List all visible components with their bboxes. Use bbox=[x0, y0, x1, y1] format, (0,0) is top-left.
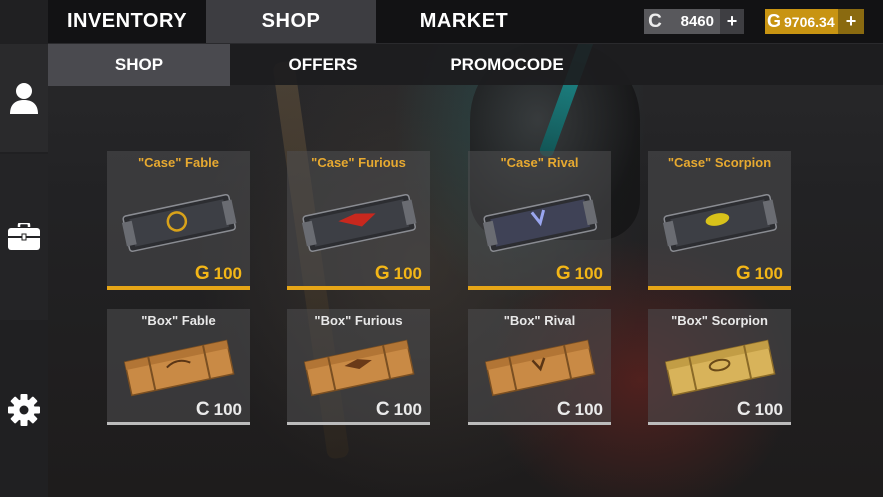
item-price: C 100 bbox=[376, 399, 422, 421]
item-underline bbox=[107, 422, 250, 425]
item-price-value: 100 bbox=[754, 400, 783, 419]
credits-balance: C 8460 + bbox=[644, 9, 744, 34]
subtab-shop[interactable]: SHOP bbox=[48, 44, 230, 86]
case-image bbox=[301, 193, 417, 253]
subtab-offers[interactable]: OFFERS bbox=[230, 44, 416, 86]
item-underline bbox=[648, 286, 791, 290]
item-price: G 100 bbox=[195, 263, 242, 285]
shop-item-case-rival[interactable]: "Case" Rival G 100 bbox=[468, 151, 611, 290]
item-price: G 100 bbox=[375, 263, 422, 285]
gold-icon: G bbox=[735, 263, 751, 284]
sidebar-profile-button[interactable] bbox=[0, 44, 48, 152]
item-title: "Box" Furious bbox=[314, 313, 403, 328]
shop-item-box-furious[interactable]: "Box" Furious C 100 bbox=[287, 309, 430, 425]
credits-icon: C bbox=[648, 10, 662, 32]
case-image bbox=[662, 193, 778, 253]
item-price-value: 100 bbox=[754, 264, 783, 283]
item-title: "Box" Rival bbox=[503, 313, 576, 328]
gear-icon bbox=[8, 393, 40, 426]
item-underline bbox=[287, 286, 430, 290]
item-price: C 100 bbox=[737, 399, 783, 421]
item-underline bbox=[287, 422, 430, 425]
gold-balance: G 9706.34 + bbox=[765, 9, 864, 34]
item-price-value: 100 bbox=[574, 264, 603, 283]
shop-item-box-scorpion[interactable]: "Box" Scorpion C 100 bbox=[648, 309, 791, 425]
item-price: C 100 bbox=[196, 399, 242, 421]
item-underline bbox=[468, 422, 611, 425]
gold-icon: G bbox=[766, 11, 781, 31]
box-image bbox=[303, 339, 415, 397]
shop-item-case-furious[interactable]: "Case" Furious G 100 bbox=[287, 151, 430, 290]
sidebar bbox=[0, 0, 48, 497]
case-image bbox=[482, 193, 598, 253]
subtab-promocode[interactable]: PROMOCODE bbox=[416, 44, 598, 86]
item-price-value: 100 bbox=[213, 400, 242, 419]
shop-item-case-fable[interactable]: "Case" Fable G 100 bbox=[107, 151, 250, 290]
sidebar-settings-button[interactable] bbox=[0, 322, 48, 497]
item-price: G 100 bbox=[736, 263, 783, 285]
add-gold-button[interactable]: + bbox=[838, 9, 864, 34]
item-title: "Case" Rival bbox=[500, 155, 579, 170]
item-underline bbox=[468, 286, 611, 290]
item-price-value: 100 bbox=[393, 400, 422, 419]
tab-inventory[interactable]: INVENTORY bbox=[48, 0, 206, 43]
item-title: "Case" Scorpion bbox=[667, 155, 772, 170]
box-image bbox=[664, 339, 776, 397]
gold-icon: G bbox=[194, 263, 210, 284]
gold-icon: G bbox=[374, 263, 390, 284]
gold-icon: G bbox=[555, 263, 571, 284]
item-title: "Box" Scorpion bbox=[671, 313, 768, 328]
tab-shop[interactable]: SHOP bbox=[206, 0, 376, 43]
briefcase-icon bbox=[8, 223, 40, 250]
box-image bbox=[484, 339, 596, 397]
item-title: "Case" Furious bbox=[311, 155, 406, 170]
shop-item-box-fable[interactable]: "Box" Fable C 100 bbox=[107, 309, 250, 425]
item-title: "Box" Fable bbox=[141, 313, 216, 328]
item-price-value: 100 bbox=[213, 264, 242, 283]
item-price-value: 100 bbox=[574, 400, 603, 419]
top-bar: INVENTORY SHOP MARKET C 8460 + G 9706.34… bbox=[0, 0, 883, 43]
case-image bbox=[121, 193, 237, 253]
profile-icon bbox=[10, 83, 38, 114]
tab-market[interactable]: MARKET bbox=[376, 0, 552, 43]
item-title: "Case" Fable bbox=[138, 155, 219, 170]
credits-icon: C bbox=[736, 399, 751, 420]
box-image bbox=[123, 339, 235, 397]
sidebar-inventory-button[interactable] bbox=[0, 154, 48, 320]
add-credits-button[interactable]: + bbox=[720, 9, 744, 34]
gold-value: 9706.34 bbox=[784, 13, 835, 30]
shop-item-box-rival[interactable]: "Box" Rival C 100 bbox=[468, 309, 611, 425]
item-price: C 100 bbox=[557, 399, 603, 421]
credits-value: 8460 bbox=[680, 13, 714, 30]
shop-item-case-scorpion[interactable]: "Case" Scorpion G 100 bbox=[648, 151, 791, 290]
item-price: G 100 bbox=[556, 263, 603, 285]
item-underline bbox=[648, 422, 791, 425]
item-underline bbox=[107, 286, 250, 290]
credits-icon: C bbox=[195, 399, 210, 420]
credits-icon: C bbox=[375, 399, 390, 420]
shop-subtabs: SHOP OFFERS PROMOCODE bbox=[48, 43, 883, 86]
item-price-value: 100 bbox=[393, 264, 422, 283]
credits-icon: C bbox=[556, 399, 571, 420]
